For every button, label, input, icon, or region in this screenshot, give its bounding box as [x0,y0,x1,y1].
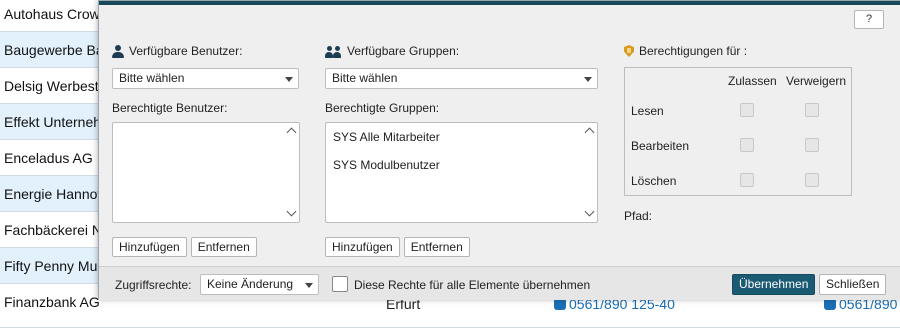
authorized-groups-list[interactable]: SYS Alle Mitarbeiter SYS Modulbenutzer [325,122,598,223]
access-rights-select[interactable]: Keine Änderung [200,274,319,295]
company-name: Fachbäckerei N [4,222,103,238]
company-name: Autohaus Crow [4,6,100,22]
available-users-text: Verfügbare Benutzer: [129,44,243,58]
permission-read-label: Lesen [631,104,664,118]
delete-allow-checkbox[interactable] [740,173,754,187]
delete-deny-checkbox[interactable] [805,173,819,187]
available-groups-select[interactable]: Bitte wählen [325,68,598,89]
company-name: Energie Hannov [4,186,105,202]
select-value: Bitte wählen [119,71,185,85]
permissions-title-text: Berechtigungen für : [639,44,748,58]
read-deny-checkbox[interactable] [805,103,819,117]
select-value: Keine Änderung [207,277,294,291]
permissions-section: Berechtigungen für : [624,43,854,59]
caret-down-icon [305,283,313,288]
dialog-title-bar [99,1,900,5]
company-name: Fifty Penny Mu [4,258,98,274]
user-icon [112,44,124,58]
apply-button[interactable]: Übernehmen [732,274,816,295]
deny-header: Verweigern [786,74,847,88]
available-groups-label: Verfügbare Gruppen: [325,43,598,59]
dialog-footer: Zugriffsrechte: Keine Änderung Diese Rec… [99,266,900,300]
access-rights-label: Zugriffsrechte: [115,278,192,292]
remove-user-button[interactable]: Entfernen [190,237,257,257]
company-name: Finanzbank AG [4,294,100,310]
permission-edit-label: Bearbeiten [631,139,690,153]
permission-delete-label: Löschen [631,174,677,188]
permissions-title: Berechtigungen für : [624,43,854,59]
add-group-button[interactable]: Hinzufügen [325,237,400,257]
select-value: Bitte wählen [332,71,398,85]
scroll-up-icon[interactable] [286,127,297,138]
available-groups-text: Verfügbare Gruppen: [347,44,460,58]
shield-icon [624,45,634,57]
company-name: Effekt Unterneh [4,114,102,130]
path-label: Pfad: [624,209,653,223]
company-name: Delsig Werbest [4,78,99,94]
list-item[interactable]: SYS Alle Mitarbeiter [326,123,597,151]
available-users-select[interactable]: Bitte wählen [112,68,299,89]
groups-section: Verfügbare Gruppen: Bitte wählen Berecht… [325,43,598,257]
apply-all-label[interactable]: Diese Rechte für alle Elemente übernehme… [354,278,590,292]
list-item[interactable]: SYS Modulbenutzer [326,151,597,179]
company-name: Baugewerbe Ba [4,42,104,58]
authorized-groups-label: Berechtigte Gruppen: [325,101,440,115]
caret-down-icon [584,77,592,82]
remove-group-button[interactable]: Entfernen [403,237,470,257]
edit-allow-checkbox[interactable] [740,138,754,152]
scroll-down-icon[interactable] [584,206,595,217]
apply-all-checkbox[interactable] [332,276,348,292]
add-user-button[interactable]: Hinzufügen [112,237,187,257]
group-icon [325,45,342,58]
company-name: Enceladus AG [4,150,93,166]
caret-down-icon [285,77,293,82]
authorized-users-list[interactable] [112,122,300,223]
read-allow-checkbox[interactable] [740,103,754,117]
scroll-down-icon[interactable] [286,206,297,217]
users-section: Verfügbare Benutzer: Bitte wählen Berech… [112,43,300,257]
authorized-users-label: Berechtigte Benutzer: [112,101,228,115]
help-button[interactable]: ? [854,10,884,29]
edit-deny-checkbox[interactable] [805,138,819,152]
available-users-label: Verfügbare Benutzer: [112,43,300,59]
allow-header: Zulassen [728,74,777,88]
permissions-grid: Zulassen Verweigern Lesen Bearbeiten Lös… [624,67,852,196]
close-button[interactable]: Schließen [819,274,887,295]
permissions-dialog: ? Verfügbare Benutzer: Bitte wählen Bere… [98,0,900,300]
